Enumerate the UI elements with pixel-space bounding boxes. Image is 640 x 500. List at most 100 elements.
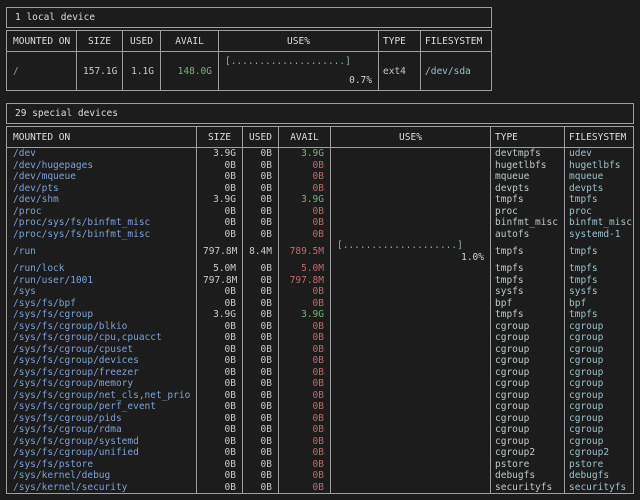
section-divider <box>6 91 634 103</box>
column-header-filesystem: FILESYSTEM <box>565 127 634 148</box>
mountpoint-cell: /sys/fs/cgroup/rdma <box>7 424 197 436</box>
used-cell: 0B <box>243 424 279 436</box>
column-header-avail: AVAIL <box>161 31 219 52</box>
type-cell: pstore <box>491 459 565 471</box>
type-cell: cgroup <box>491 344 565 356</box>
table-row: /dev/shm3.9G0B3.9Gtmpfstmpfs <box>7 194 634 206</box>
column-header-type: TYPE <box>491 127 565 148</box>
type-cell: cgroup <box>491 436 565 448</box>
table-row: /sys/fs/cgroup/perf_event0B0B0Bcgroupcgr… <box>7 401 634 413</box>
table-row: /sys/fs/bpf0B0B0Bbpfbpf <box>7 298 634 310</box>
use-percent-cell <box>331 160 491 172</box>
filesystem-cell: tmpfs <box>565 275 634 287</box>
filesystem-cell: cgroup <box>565 378 634 390</box>
mountpoint-cell: /proc <box>7 206 197 218</box>
type-cell: sysfs <box>491 286 565 298</box>
type-cell: devpts <box>491 183 565 195</box>
mountpoint-cell: /sys/fs/cgroup/freezer <box>7 367 197 379</box>
size-cell: 5.0M <box>197 263 243 275</box>
used-cell: 0B <box>243 447 279 459</box>
table-row: /sys0B0B0Bsysfssysfs <box>7 286 634 298</box>
local-devices-title: 1 local device <box>15 12 95 23</box>
mountpoint-cell: /sys/fs/pstore <box>7 459 197 471</box>
avail-cell: 0B <box>279 355 331 367</box>
usage-bar: [....................] <box>337 240 463 252</box>
mountpoint-cell: / <box>7 52 77 91</box>
filesystem-cell: binfmt_misc <box>565 217 634 229</box>
used-cell: 0B <box>243 263 279 275</box>
mountpoint-cell: /sys <box>7 286 197 298</box>
special-devices-table-body: /dev3.9G0B3.9Gdevtmpfsudev/dev/hugepages… <box>7 148 634 494</box>
filesystem-cell: pstore <box>565 459 634 471</box>
used-cell: 0B <box>243 309 279 321</box>
use-percent-cell <box>331 367 491 379</box>
filesystem-cell: cgroup <box>565 355 634 367</box>
usage-bar: [....................] <box>225 52 351 71</box>
use-percent-cell <box>331 413 491 425</box>
use-percent-cell <box>331 286 491 298</box>
filesystem-cell: tmpfs <box>565 240 634 263</box>
used-cell: 0B <box>243 390 279 402</box>
filesystem-cell: tmpfs <box>565 309 634 321</box>
mountpoint-cell: /sys/fs/cgroup/cpu,cpuacct <box>7 332 197 344</box>
use-percent-cell <box>331 378 491 390</box>
used-cell: 0B <box>243 275 279 287</box>
avail-cell: 0B <box>279 171 331 183</box>
filesystem-cell: tmpfs <box>565 194 634 206</box>
type-cell: cgroup <box>491 321 565 333</box>
avail-cell: 0B <box>279 390 331 402</box>
use-percent-cell <box>331 183 491 195</box>
use-percent-cell <box>331 148 491 160</box>
special-devices-table: MOUNTED ONSIZEUSEDAVAILUSE%TYPEFILESYSTE… <box>6 126 634 494</box>
use-percent-cell <box>331 482 491 494</box>
type-cell: cgroup <box>491 413 565 425</box>
mountpoint-cell: /sys/fs/cgroup/blkio <box>7 321 197 333</box>
type-cell: cgroup <box>491 355 565 367</box>
mountpoint-cell: /proc/sys/fs/binfmt_misc <box>7 217 197 229</box>
mountpoint-cell: /sys/fs/bpf <box>7 298 197 310</box>
table-row: /sys/fs/cgroup/memory0B0B0Bcgroupcgroup <box>7 378 634 390</box>
use-percent-cell <box>331 332 491 344</box>
type-cell: cgroup <box>491 424 565 436</box>
header-row: MOUNTED ONSIZEUSEDAVAILUSE%TYPEFILESYSTE… <box>7 127 634 148</box>
avail-cell: 789.5M <box>279 240 331 263</box>
size-cell: 0B <box>197 332 243 344</box>
column-header-mounted-on: MOUNTED ON <box>7 31 77 52</box>
size-cell: 0B <box>197 160 243 172</box>
used-cell: 0B <box>243 332 279 344</box>
use-percent-cell <box>331 424 491 436</box>
avail-cell: 0B <box>279 298 331 310</box>
local-devices-table-head: MOUNTED ONSIZEUSEDAVAILUSE%TYPEFILESYSTE… <box>7 31 492 52</box>
filesystem-cell: cgroup <box>565 367 634 379</box>
avail-cell: 0B <box>279 321 331 333</box>
avail-cell: 0B <box>279 183 331 195</box>
used-cell: 0B <box>243 286 279 298</box>
used-cell: 0B <box>243 217 279 229</box>
table-row: /proc0B0B0Bprocproc <box>7 206 634 218</box>
filesystem-cell: cgroup <box>565 344 634 356</box>
type-cell: tmpfs <box>491 275 565 287</box>
mountpoint-cell: /run/lock <box>7 263 197 275</box>
column-header-mounted-on: MOUNTED ON <box>7 127 197 148</box>
used-cell: 0B <box>243 206 279 218</box>
used-cell: 0B <box>243 413 279 425</box>
filesystem-cell: cgroup <box>565 413 634 425</box>
column-header-size: SIZE <box>197 127 243 148</box>
filesystem-cell: cgroup2 <box>565 447 634 459</box>
mountpoint-cell: /dev/hugepages <box>7 160 197 172</box>
table-row: /sys/fs/cgroup/net_cls,net_prio0B0B0Bcgr… <box>7 390 634 402</box>
mountpoint-cell: /sys/fs/cgroup <box>7 309 197 321</box>
used-cell: 0B <box>243 321 279 333</box>
used-cell: 0B <box>243 229 279 241</box>
size-cell: 0B <box>197 401 243 413</box>
special-devices-title-box: 29 special devices <box>6 103 634 124</box>
table-row: /sys/fs/pstore0B0B0Bpstorepstore <box>7 459 634 471</box>
table-row: /dev/hugepages0B0B0Bhugetlbfshugetlbfs <box>7 160 634 172</box>
used-cell: 0B <box>243 367 279 379</box>
avail-cell: 0B <box>279 413 331 425</box>
size-cell: 0B <box>197 413 243 425</box>
use-percent-cell <box>331 194 491 206</box>
avail-cell: 0B <box>279 424 331 436</box>
size-cell: 0B <box>197 321 243 333</box>
used-cell: 0B <box>243 482 279 494</box>
